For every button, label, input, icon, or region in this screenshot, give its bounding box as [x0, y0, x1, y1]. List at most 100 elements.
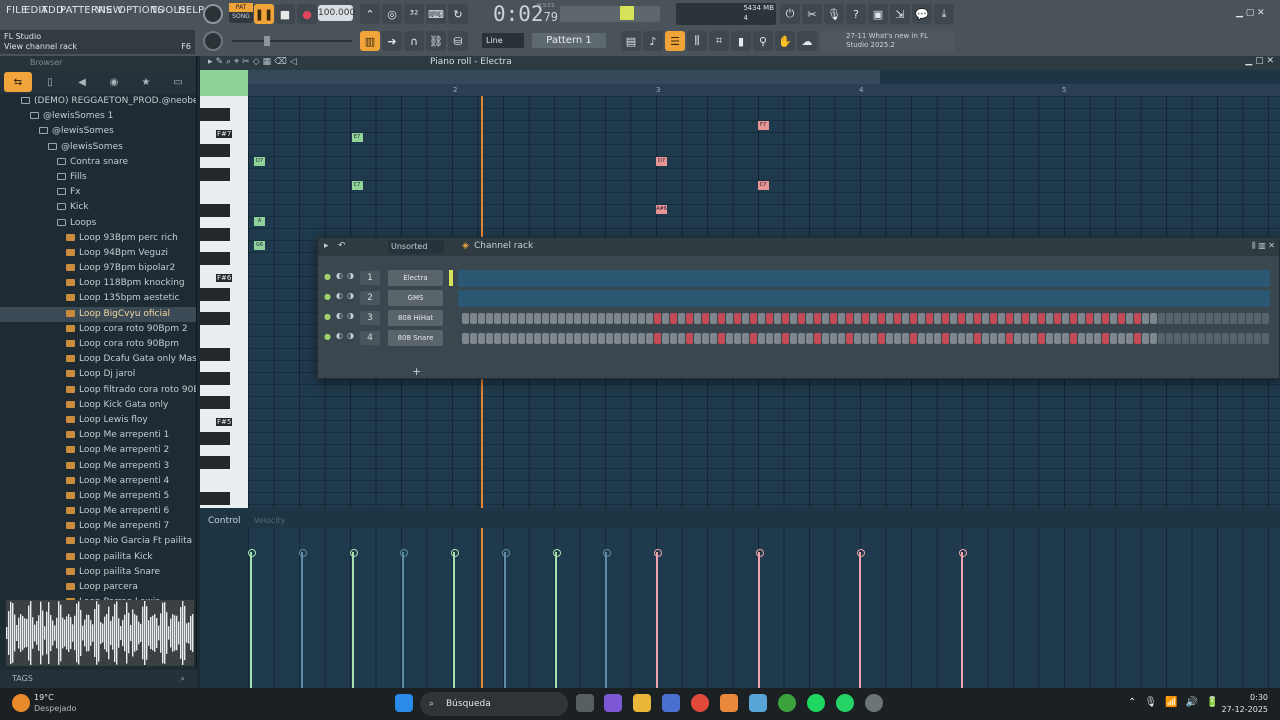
- step-button[interactable]: [1190, 333, 1197, 344]
- master-volume-knob[interactable]: [203, 4, 223, 24]
- step-button[interactable]: [942, 313, 949, 324]
- browser-item[interactable]: Loop cora roto 90Bpm 2: [0, 322, 196, 337]
- piano-roll-tools[interactable]: ▸✎⌕⌖✂◇▦⌫◁: [208, 57, 300, 67]
- browser-tab-plugins[interactable]: ◀: [68, 72, 96, 92]
- browser-item[interactable]: Loop BigCvyu oficial: [0, 306, 196, 322]
- black-key[interactable]: [200, 108, 230, 121]
- step-button[interactable]: [662, 333, 669, 344]
- step-button[interactable]: [494, 313, 501, 324]
- step-button[interactable]: [566, 333, 573, 344]
- browser-item[interactable]: Loop Dcafu Gata only Master: [0, 352, 196, 367]
- step-button[interactable]: [462, 333, 469, 344]
- step-button[interactable]: [870, 313, 877, 324]
- step-button[interactable]: [774, 313, 781, 324]
- browser-item[interactable]: Kick: [0, 200, 196, 215]
- project-browser-button[interactable]: ▮: [731, 31, 751, 51]
- pitch-knob[interactable]: [203, 31, 223, 51]
- cloud-button[interactable]: ☁: [797, 31, 817, 51]
- velocity-bar[interactable]: [298, 549, 307, 688]
- velocity-bar[interactable]: [755, 549, 764, 688]
- step-button[interactable]: [966, 313, 973, 324]
- browser-item[interactable]: @lewisSomes: [0, 140, 196, 155]
- midi-note[interactable]: E7: [351, 133, 363, 142]
- browser-item[interactable]: Loop pailita Snare: [0, 565, 196, 580]
- browser-item[interactable]: Loop Dj jarol: [0, 367, 196, 382]
- step-button[interactable]: [1150, 313, 1157, 324]
- step-button[interactable]: [1166, 333, 1173, 344]
- step-button[interactable]: [622, 313, 629, 324]
- step-button[interactable]: [1126, 333, 1133, 344]
- black-key[interactable]: [200, 456, 230, 469]
- browser-item[interactable]: (DEMO) REGGAETON_PROD.@neobeats_mx: [0, 94, 196, 109]
- step-button[interactable]: [654, 313, 661, 324]
- channel-mute-led[interactable]: ●: [324, 332, 331, 341]
- mic-button[interactable]: 🎙: [824, 4, 844, 24]
- step-button[interactable]: [1214, 313, 1221, 324]
- black-key[interactable]: [200, 372, 230, 385]
- browser-tab-all[interactable]: ⇆: [4, 72, 32, 92]
- tempo-display[interactable]: 100.000: [318, 5, 355, 21]
- step-button[interactable]: [934, 333, 941, 344]
- step-button[interactable]: [630, 313, 637, 324]
- countdown-button[interactable]: ³²: [404, 4, 424, 24]
- step-button[interactable]: [774, 333, 781, 344]
- step-button[interactable]: [966, 333, 973, 344]
- step-button[interactable]: [606, 313, 613, 324]
- plugin-picker-button[interactable]: ⌗: [709, 31, 729, 51]
- window-controls[interactable]: ▁ ▢ ✕: [1236, 8, 1265, 18]
- tools-button[interactable]: ✂: [802, 4, 822, 24]
- browser-item[interactable]: Loop 135bpm aestetic: [0, 291, 196, 306]
- step-button[interactable]: [1126, 313, 1133, 324]
- download-button[interactable]: ⤓: [934, 4, 954, 24]
- spotify-icon[interactable]: [807, 694, 825, 712]
- clock-time[interactable]: 0:30: [1224, 693, 1268, 702]
- step-button[interactable]: [758, 313, 765, 324]
- step-button[interactable]: [926, 333, 933, 344]
- step-button[interactable]: [990, 313, 997, 324]
- step-button[interactable]: [790, 313, 797, 324]
- step-button[interactable]: [1254, 333, 1261, 344]
- piano-roll-preview[interactable]: [458, 270, 1270, 287]
- step-button[interactable]: [726, 333, 733, 344]
- step-button[interactable]: [574, 333, 581, 344]
- step-button[interactable]: [926, 313, 933, 324]
- step-button[interactable]: [1014, 313, 1021, 324]
- whatsapp-icon[interactable]: [836, 694, 854, 712]
- copilot-icon[interactable]: [604, 694, 622, 712]
- snap-button[interactable]: ∩: [404, 31, 424, 51]
- channel-volume-knob[interactable]: ◐: [336, 331, 343, 340]
- velocity-bar[interactable]: [603, 549, 612, 688]
- step-button[interactable]: [606, 333, 613, 344]
- step-button[interactable]: [478, 333, 485, 344]
- pat-song-switch[interactable]: PAT SONG: [229, 3, 253, 23]
- step-button[interactable]: [1158, 333, 1165, 344]
- channel-select-indicator[interactable]: [449, 290, 453, 306]
- midi-note[interactable]: G6: [254, 241, 266, 250]
- step-button[interactable]: [542, 313, 549, 324]
- stamp-button[interactable]: ⛁: [448, 31, 468, 51]
- browser-item[interactable]: Loop 93Bpm perc rich: [0, 231, 196, 246]
- filter-select[interactable]: Unsorted: [388, 240, 444, 254]
- step-button[interactable]: [1022, 313, 1029, 324]
- velocity-lane[interactable]: [248, 528, 1280, 688]
- step-button[interactable]: [1206, 333, 1213, 344]
- step-button[interactable]: [526, 313, 533, 324]
- step-button[interactable]: [766, 333, 773, 344]
- velocity-bar[interactable]: [958, 549, 967, 688]
- control-label[interactable]: Control: [208, 516, 241, 526]
- step-button[interactable]: [662, 313, 669, 324]
- search-icon[interactable]: ⌕: [181, 674, 185, 684]
- black-key[interactable]: [200, 288, 230, 301]
- chat-button[interactable]: 💬: [912, 4, 932, 24]
- step-button[interactable]: [750, 313, 757, 324]
- sample-preview-waveform[interactable]: [6, 600, 194, 666]
- step-button[interactable]: [982, 313, 989, 324]
- channel-name-button[interactable]: GMS: [388, 290, 443, 306]
- browser-item[interactable]: Loop Me arrepenti 7: [0, 519, 196, 534]
- midi-note[interactable]: F7: [757, 121, 769, 130]
- step-button[interactable]: [1030, 333, 1037, 344]
- step-button[interactable]: [550, 333, 557, 344]
- channel-name-button[interactable]: 808 Snare: [388, 330, 443, 346]
- velocity-bar[interactable]: [451, 549, 459, 688]
- channel-select-indicator[interactable]: [449, 270, 453, 286]
